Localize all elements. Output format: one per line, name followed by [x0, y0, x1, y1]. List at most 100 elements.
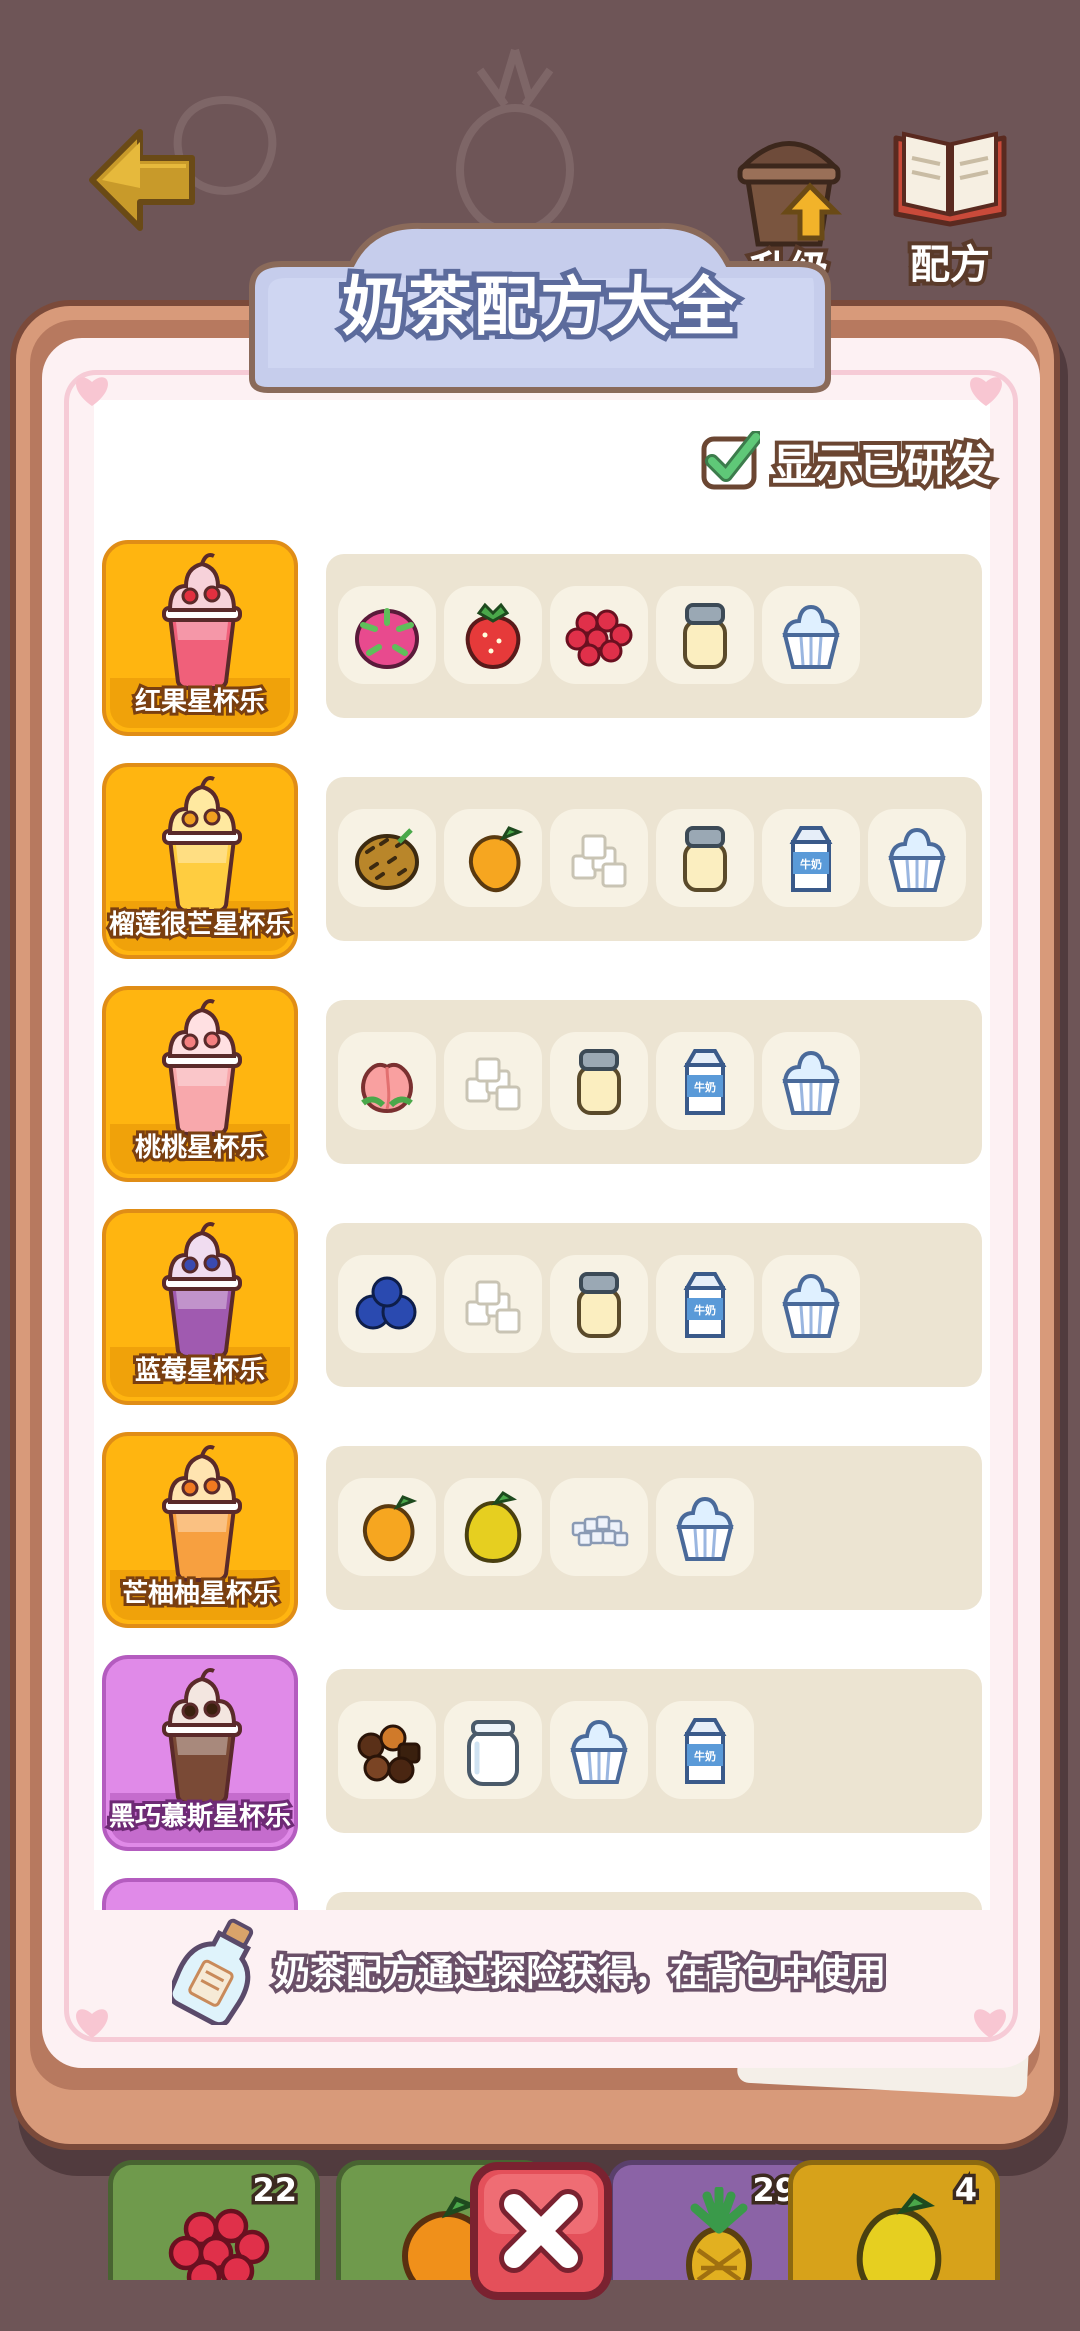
recipe-name: 黑巧慕斯星杯乐	[106, 1799, 294, 1835]
inventory-slot[interactable]: 22	[108, 2160, 320, 2280]
peach-icon	[361, 1062, 413, 1114]
ingredient-slot[interactable]	[338, 1701, 436, 1799]
ingredient-slot[interactable]	[762, 586, 860, 684]
ingredient-slot[interactable]	[444, 1255, 542, 1353]
ingredient-slot[interactable]	[656, 1478, 754, 1576]
ice-cream-cup-icon	[782, 1050, 840, 1115]
svg-text:牛奶: 牛奶	[694, 1303, 716, 1317]
condensed-milk-jar-icon	[577, 1049, 621, 1115]
ingredient-slot[interactable]	[444, 809, 542, 907]
empty-glass-jar-icon	[467, 1720, 519, 1786]
recipe-row[interactable]: 黑巧慕斯星杯乐 牛奶	[94, 1647, 990, 1851]
ice-cream-cup-icon	[782, 1273, 840, 1338]
ingredient-slot[interactable]	[550, 1701, 648, 1799]
ingredient-slot[interactable]: 牛奶	[656, 1032, 754, 1130]
show-developed-checkbox[interactable]	[700, 430, 763, 491]
recipe-row[interactable]: 蓝莓星杯乐 牛奶	[94, 1201, 990, 1405]
sugar-cubes-icon	[465, 1280, 521, 1334]
recipes-button[interactable]: 配方	[890, 128, 1010, 292]
recipe-row-partial[interactable]	[94, 1870, 990, 1910]
ingredient-strip: 牛奶	[326, 777, 982, 941]
heart-decoration-icon	[76, 377, 108, 406]
ingredient-strip	[326, 554, 982, 718]
recipe-drink-card[interactable]: 红果星杯乐	[102, 540, 298, 736]
ingredient-slot[interactable]	[444, 1032, 542, 1130]
sugar-cubes-icon	[571, 834, 627, 888]
page-title: 奶茶配方大全	[337, 266, 741, 350]
ingredient-slot[interactable]: 牛奶	[656, 1255, 754, 1353]
svg-text:牛奶: 牛奶	[694, 1749, 716, 1763]
ice-cream-cup-icon	[676, 1496, 734, 1561]
recipe-drink-card[interactable]: 黑巧慕斯星杯乐	[102, 1655, 298, 1851]
ice-cream-cup-icon	[782, 604, 840, 669]
ingredient-slot[interactable]	[550, 1032, 648, 1130]
close-button[interactable]	[468, 2160, 614, 2302]
recipes-label: 配方	[906, 238, 994, 292]
ingredient-slot[interactable]	[444, 586, 542, 684]
ice-cream-cup-icon	[570, 1719, 628, 1784]
ingredient-slot[interactable]	[762, 1255, 860, 1353]
ingredient-slot[interactable]	[444, 1701, 542, 1799]
peach-sundae-drink-icon	[162, 999, 242, 1136]
recipe-drink-card[interactable]: 蓝莓星杯乐	[102, 1209, 298, 1405]
ingredient-slot[interactable]	[444, 1478, 542, 1576]
ingredient-slot[interactable]	[338, 1478, 436, 1576]
chocolates-icon	[357, 1724, 421, 1784]
mango-icon	[469, 826, 524, 893]
recipe-row[interactable]: 桃桃星杯乐 牛奶	[94, 978, 990, 1182]
ice-cream-cup-icon	[888, 827, 946, 892]
ingredient-slot[interactable]	[550, 809, 648, 907]
condensed-milk-jar-icon	[683, 826, 727, 892]
mango-pomelo-sundae-drink-icon	[162, 1445, 242, 1582]
condensed-milk-jar-icon	[577, 1272, 621, 1338]
ingredient-slot[interactable]	[762, 1032, 860, 1130]
footer-tip: 奶茶配方通过探险获得，在背包中使用	[172, 1910, 932, 2030]
ingredient-slot[interactable]	[338, 809, 436, 907]
ingredient-slot[interactable]	[338, 1255, 436, 1353]
heart-decoration-icon	[974, 2009, 1006, 2038]
ingredient-slot[interactable]	[338, 586, 436, 684]
recipe-drink-card[interactable]: 榴莲很芒星杯乐	[102, 763, 298, 959]
recipe-list[interactable]: 红果星杯乐 榴莲很芒星杯乐 牛奶 桃桃星杯乐 牛奶 蓝莓星杯乐 牛奶 芒柚柚星杯…	[94, 532, 990, 1910]
strawberry-icon	[465, 602, 521, 669]
pomelo-icon	[464, 1491, 522, 1564]
ingredient-slot[interactable]: 牛奶	[762, 809, 860, 907]
inventory-count: 22	[249, 2168, 300, 2213]
milk-carton-icon: 牛奶	[789, 826, 833, 892]
recipe-name: 红果星杯乐	[132, 684, 268, 720]
inventory-count: 4	[951, 2168, 980, 2213]
svg-text:牛奶: 牛奶	[800, 857, 822, 871]
ingredient-slot[interactable]	[550, 1478, 648, 1576]
recipe-row[interactable]: 红果星杯乐	[94, 532, 990, 736]
ingredient-strip: 牛奶	[326, 1669, 982, 1833]
blueberries-icon	[355, 1276, 417, 1330]
durian-icon	[355, 828, 419, 890]
back-arrow-button[interactable]	[88, 128, 198, 232]
pomelo-icon	[856, 2193, 942, 2280]
ingredient-slot[interactable]	[868, 809, 966, 907]
ingredient-slot[interactable]: 牛奶	[656, 1701, 754, 1799]
recipe-name: 桃桃星杯乐	[132, 1130, 268, 1166]
background-pineapple-icon	[456, 48, 574, 236]
title-banner: 奶茶配方大全	[222, 218, 858, 396]
recipe-row[interactable]: 芒柚柚星杯乐	[94, 1424, 990, 1628]
recipe-row[interactable]: 榴莲很芒星杯乐 牛奶	[94, 755, 990, 959]
ingredient-strip	[326, 1446, 982, 1610]
ingredient-strip	[326, 1892, 982, 1910]
ingredient-slot[interactable]	[656, 809, 754, 907]
recipe-drink-card[interactable]: 芒柚柚星杯乐	[102, 1432, 298, 1628]
ingredient-slot[interactable]	[656, 586, 754, 684]
sugar-cubes-icon	[465, 1057, 521, 1111]
ingredient-strip: 牛奶	[326, 1223, 982, 1387]
ingredient-slot[interactable]	[550, 1255, 648, 1353]
recipe-drink-card[interactable]: 桃桃星杯乐	[102, 986, 298, 1182]
show-developed-toggle[interactable]: 显示已研发	[700, 426, 1000, 496]
ingredient-slot[interactable]	[550, 586, 648, 684]
milk-carton-icon: 牛奶	[683, 1718, 727, 1784]
milk-carton-icon: 牛奶	[683, 1049, 727, 1115]
recipe-drink-card[interactable]	[102, 1878, 298, 1910]
inventory-slot[interactable]: 4	[788, 2160, 1000, 2280]
ingredient-slot[interactable]	[338, 1032, 436, 1130]
recipe-name: 榴莲很芒星杯乐	[106, 907, 294, 943]
red-fruit-sundae-drink-icon	[162, 553, 242, 690]
